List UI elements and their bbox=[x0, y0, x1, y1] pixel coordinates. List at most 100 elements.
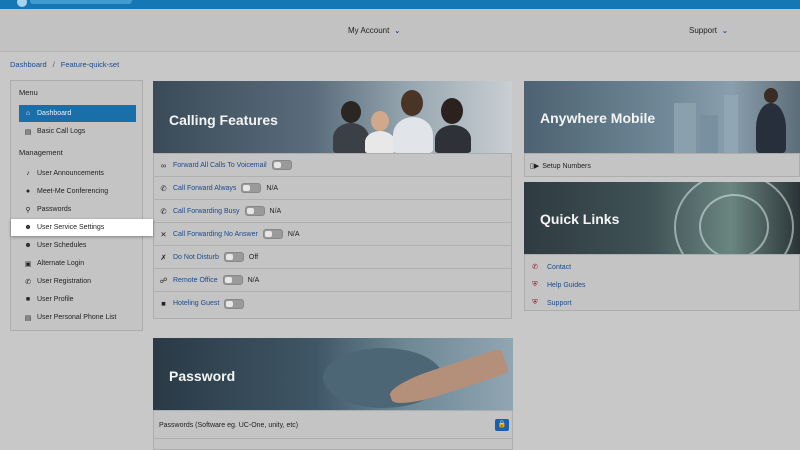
businessman-photo bbox=[764, 88, 778, 103]
quick-link-support[interactable]: ⛨ Support bbox=[530, 299, 571, 308]
shield-icon: ⛨ bbox=[532, 281, 538, 288]
building-photo bbox=[724, 95, 738, 153]
feature-link[interactable]: Call Forwarding Busy bbox=[173, 208, 240, 215]
agent-photo-1-body bbox=[333, 123, 369, 153]
sidebar-item-basic-call-logs[interactable]: ▤ Basic Call Logs bbox=[19, 123, 136, 140]
quick-link-help-guides[interactable]: ⛨ Help Guides bbox=[530, 281, 585, 290]
breadcrumb-dashboard[interactable]: Dashboard bbox=[10, 60, 47, 69]
key-icon: ⚲ bbox=[25, 206, 31, 214]
list-item: ☍ Remote Office N/A bbox=[154, 269, 511, 292]
list-icon: ▤ bbox=[24, 128, 32, 136]
breadcrumb-current[interactable]: Feature-quick-set bbox=[61, 60, 119, 69]
sidebar-item-label: Alternate Login bbox=[37, 260, 85, 267]
calling-features-banner: Calling Features bbox=[153, 81, 512, 153]
logo-wordmark[interactable] bbox=[30, 0, 132, 4]
bell-off-icon: ✗ bbox=[160, 252, 167, 262]
sidebar-item-user-registration[interactable]: ✆ User Registration bbox=[19, 273, 136, 290]
sidebar-item-label: User Schedules bbox=[37, 242, 87, 249]
chevron-down-icon: ⌄ bbox=[722, 27, 728, 35]
logo-icon[interactable] bbox=[17, 0, 27, 7]
agent-photo-4 bbox=[441, 98, 463, 124]
feature-link[interactable]: Call Forwarding No Answer bbox=[173, 231, 258, 238]
breadcrumb-separator: / bbox=[52, 60, 55, 69]
breadcrumb: Dashboard / Feature-quick-set bbox=[10, 60, 119, 69]
nav-support[interactable]: Support ⌄ bbox=[689, 26, 728, 35]
feature-toggle[interactable] bbox=[224, 298, 245, 309]
list-item: ✗ Do Not Disturb Off bbox=[154, 246, 511, 269]
nav-my-account-label: My Account bbox=[348, 26, 390, 35]
calling-features-title: Calling Features bbox=[169, 112, 278, 128]
calling-features-list: ∞ Forward All Calls To Voicemail ✆ Call … bbox=[153, 153, 512, 319]
sidebar-item-label: User Profile bbox=[37, 296, 74, 303]
feature-toggle[interactable] bbox=[244, 206, 265, 216]
quick-links-title: Quick Links bbox=[540, 211, 620, 227]
quick-link-label: Contact bbox=[547, 264, 572, 271]
sidebar-item-user-schedules[interactable]: ☻ User Schedules bbox=[19, 237, 136, 254]
feature-link[interactable]: Do Not Disturb bbox=[173, 254, 219, 261]
agent-photo-2 bbox=[371, 111, 389, 131]
people-icon: ● bbox=[25, 188, 31, 195]
feature-status: N/A bbox=[266, 184, 279, 192]
sidebar-item-user-personal-phone-list[interactable]: ▤ User Personal Phone List bbox=[19, 309, 136, 326]
quick-links-list: ✆ Contact ⛨ Help Guides ⛨ Support bbox=[524, 254, 800, 311]
sidebar-item-passwords[interactable]: ⚲ Passwords bbox=[19, 201, 136, 218]
feature-link[interactable]: Forward All Calls To Voicemail bbox=[173, 162, 267, 169]
brand-strip bbox=[0, 0, 800, 9]
calendar-user-icon: ☻ bbox=[24, 242, 32, 249]
management-heading: Management bbox=[19, 148, 63, 157]
list-item: ✆ Call Forwarding Busy N/A bbox=[154, 200, 511, 223]
feature-link[interactable]: Hoteling Guest bbox=[173, 300, 219, 307]
feature-toggle[interactable] bbox=[222, 275, 243, 285]
sidebar-item-dashboard[interactable]: ⌂ Dashboard bbox=[19, 105, 136, 122]
feature-toggle[interactable] bbox=[241, 183, 262, 193]
feature-link[interactable]: Call Forward Always bbox=[173, 185, 236, 192]
sidebar-item-label: Meet-Me Conferencing bbox=[37, 188, 109, 195]
sidebar-item-alternate-login[interactable]: ▣ Alternate Login bbox=[19, 255, 136, 272]
sidebar-item-label: User Announcements bbox=[37, 170, 104, 177]
sidebar-item-user-profile[interactable]: ■ User Profile bbox=[19, 291, 136, 308]
nav-my-account[interactable]: My Account ⌄ bbox=[348, 26, 400, 35]
agent-photo-2-body bbox=[365, 131, 395, 153]
sidebar-item-meet-me-conferencing[interactable]: ● Meet-Me Conferencing bbox=[19, 183, 136, 200]
phone-icon: ✆ bbox=[25, 278, 31, 286]
phone-busy-icon: ✆ bbox=[160, 206, 167, 216]
remote-office-icon: ☍ bbox=[159, 275, 168, 285]
anywhere-mobile-banner: Anywhere Mobile bbox=[524, 81, 800, 153]
divider bbox=[154, 438, 512, 439]
list-item: ∞ Forward All Calls To Voicemail bbox=[154, 154, 511, 177]
quick-link-contact[interactable]: ✆ Contact bbox=[530, 263, 571, 272]
feature-link[interactable]: Remote Office bbox=[173, 277, 218, 284]
feature-toggle[interactable] bbox=[262, 229, 283, 239]
menu-heading: Menu bbox=[19, 88, 38, 97]
feature-status: N/A bbox=[287, 230, 300, 238]
setup-numbers-link[interactable]: ▯▶ Setup Numbers bbox=[530, 162, 591, 171]
hotel-icon: ■ bbox=[161, 299, 166, 308]
voicemail-icon: ∞ bbox=[160, 160, 167, 170]
top-navbar: My Account ⌄ Support ⌄ bbox=[0, 9, 800, 52]
lock-icon[interactable]: 🔒 bbox=[495, 419, 509, 431]
feature-toggle[interactable] bbox=[271, 160, 292, 170]
password-banner: Password bbox=[153, 338, 513, 410]
feature-toggle[interactable] bbox=[223, 252, 244, 262]
sidebar-item-user-service-settings[interactable]: ☻ User Service Settings bbox=[11, 219, 153, 236]
anywhere-mobile-title: Anywhere Mobile bbox=[540, 110, 656, 126]
shield-icon: ⛨ bbox=[532, 299, 538, 306]
agent-photo-1 bbox=[341, 101, 361, 123]
speaker-icon: ♪ bbox=[26, 170, 30, 177]
agent-photo-4-body bbox=[435, 125, 471, 153]
sidebar-item-label: Basic Call Logs bbox=[37, 128, 86, 135]
password-list: Passwords (Software eg. UC-One, unity, e… bbox=[153, 410, 513, 450]
contact-icon: ✆ bbox=[532, 264, 538, 271]
anywhere-mobile-list: ▯▶ Setup Numbers bbox=[524, 153, 800, 177]
sidebar-item-label: User Registration bbox=[37, 278, 92, 285]
agent-photo-3 bbox=[401, 90, 423, 116]
sidebar-item-user-announcements[interactable]: ♪ User Announcements bbox=[19, 165, 136, 182]
password-row-label: Passwords (Software eg. UC-One, unity, e… bbox=[159, 422, 299, 429]
feature-status: Off bbox=[248, 253, 259, 261]
setup-numbers-label: Setup Numbers bbox=[542, 162, 591, 170]
sidebar: Menu ⌂ Dashboard ▤ Basic Call Logs Manag… bbox=[10, 80, 153, 331]
profile-icon: ■ bbox=[25, 296, 31, 303]
sidebar-item-label: Passwords bbox=[37, 206, 72, 213]
feature-status: N/A bbox=[269, 207, 282, 215]
feature-status: N/A bbox=[247, 276, 260, 284]
